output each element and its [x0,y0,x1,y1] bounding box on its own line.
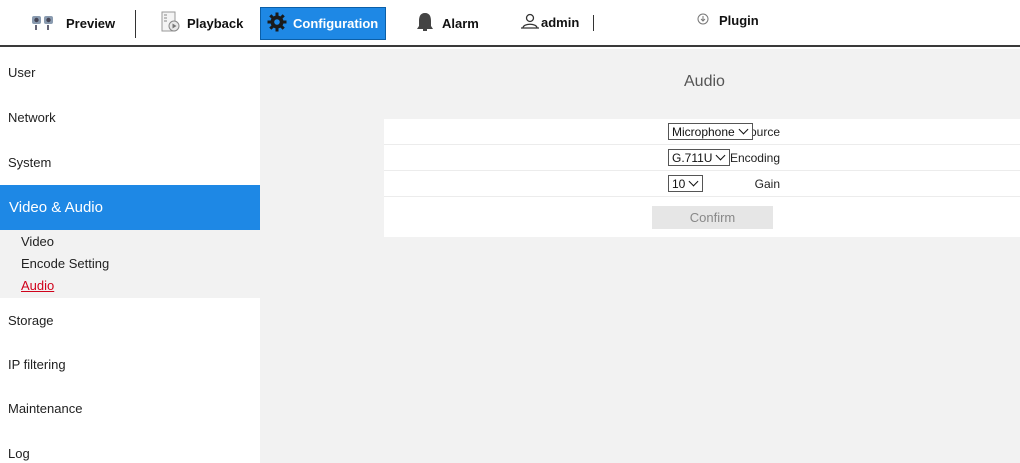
content-area: Audio Source Microphone Audio Encoding G… [260,49,1020,463]
configuration-tab[interactable]: Configuration [260,7,386,40]
sidebar-subitem-encode-setting[interactable]: Encode Setting [21,256,109,271]
sidebar-item-network[interactable]: Network [0,110,260,125]
playback-icon [161,11,181,36]
plugin-link[interactable]: Plugin [697,13,759,28]
gain-value: 10 [672,176,686,191]
camera-icon [30,12,60,35]
gain-select[interactable]: 10 [668,175,704,192]
sidebar-submenu: Video Encode Setting Audio [0,230,260,298]
configuration-label: Configuration [293,16,379,31]
audio-settings-panel: Source Microphone Audio Encoding G.711U … [384,119,1020,237]
chevron-down-icon [688,176,699,187]
nav-divider [135,10,136,38]
plugin-icon [697,13,709,28]
plugin-label: Plugin [719,13,759,28]
sidebar-item-ip-filtering[interactable]: IP filtering [0,357,260,372]
gear-icon [267,12,287,35]
preview-tab[interactable]: Preview [30,7,115,40]
confirm-button[interactable]: Confirm [652,206,773,229]
alarm-label: Alarm [442,16,479,31]
audio-encoding-row: Audio Encoding G.711U [384,145,1020,171]
playback-tab[interactable]: Playback [161,7,243,40]
preview-label: Preview [66,16,116,31]
source-row: Source Microphone [384,119,1020,145]
sidebar-item-system[interactable]: System [0,155,260,170]
sidebar-item-log[interactable]: Log [0,446,260,461]
username: admin [541,15,580,30]
sidebar: User Network System Video & Audio Video … [0,49,260,463]
source-select[interactable]: Microphone [668,123,753,140]
audio-encoding-value: G.711U [672,150,713,165]
sidebar-item-maintenance[interactable]: Maintenance [0,401,260,416]
playback-label: Playback [187,16,244,31]
sidebar-subitem-video[interactable]: Video [21,234,54,249]
sidebar-item-video-audio[interactable]: Video & Audio [0,185,260,230]
audio-encoding-select[interactable]: G.711U [668,149,731,166]
alarm-tab[interactable]: Alarm [414,7,479,40]
page-title: Audio [684,73,725,90]
source-value: Microphone [672,124,735,139]
top-nav-bar: Preview Playback Configuration Alarm adm… [0,0,1020,47]
sidebar-item-user[interactable]: User [0,65,260,80]
chevron-down-icon [738,124,749,135]
sidebar-subitem-audio[interactable]: Audio [21,278,54,293]
gain-row: Gain 10 [384,171,1020,197]
bell-icon [414,11,436,36]
sidebar-item-storage[interactable]: Storage [0,313,260,328]
user-icon [521,13,539,32]
chevron-down-icon [716,150,726,161]
user-menu[interactable]: admin [521,13,595,32]
user-divider [593,14,595,31]
gain-label: Gain [754,177,780,191]
